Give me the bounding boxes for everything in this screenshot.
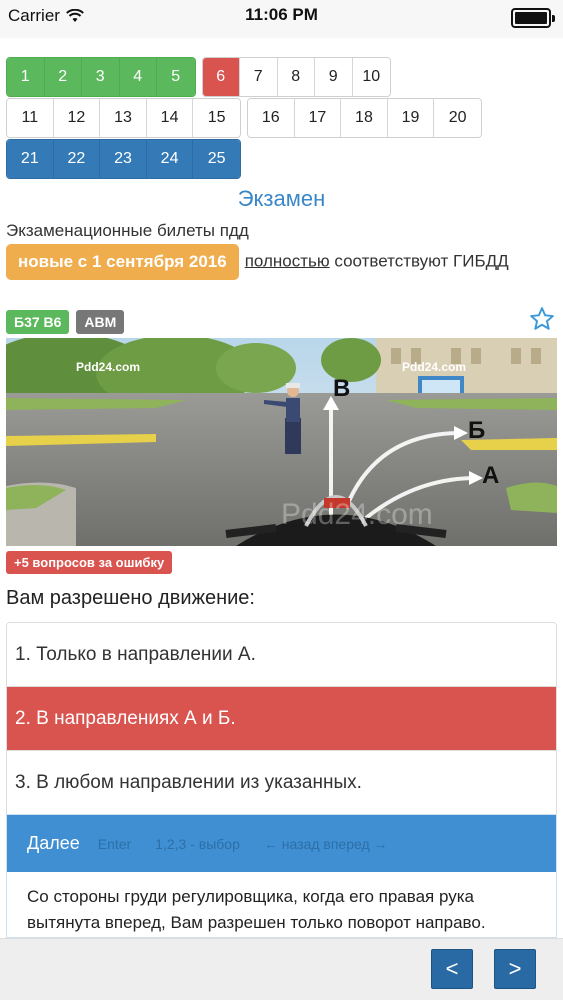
explanation-panel: Далее Enter 1,2,3 - выбор ← назад вперед… (6, 814, 557, 938)
intro-text: Экзаменационные билеты пдд новые с 1 сен… (6, 218, 557, 280)
question-button[interactable]: 23 (100, 140, 147, 178)
question-button[interactable]: 7 (240, 58, 278, 96)
status-bar: Carrier 11:06 PM (0, 0, 563, 38)
watermark-right: Pdd24.com (402, 360, 466, 374)
question-button[interactable]: 11 (7, 99, 54, 137)
arrow-label-a: А (482, 462, 499, 489)
question-button[interactable]: 22 (53, 140, 101, 178)
question-image: В Б А Pdd24.com Pdd24.com Pdd24.com (6, 338, 557, 546)
question-button[interactable]: 21 (7, 140, 54, 178)
question-button[interactable]: 2 (44, 58, 82, 96)
prev-button[interactable]: < (431, 949, 473, 989)
question-button[interactable]: 20 (434, 99, 481, 137)
hint-select: 1,2,3 - выбор (155, 835, 240, 852)
question-button[interactable]: 12 (53, 99, 101, 137)
category-tag: ABM (76, 310, 125, 334)
arrow-label-v: В (333, 375, 350, 402)
question-button[interactable]: 17 (294, 99, 342, 137)
fully-link[interactable]: полностью (245, 251, 330, 270)
question-button[interactable]: 13 (100, 99, 147, 137)
new-tickets-badge: новые с 1 сентября 2016 (6, 244, 239, 280)
panel-header: Далее Enter 1,2,3 - выбор ← назад вперед… (7, 815, 556, 872)
question-button[interactable]: 3 (82, 58, 120, 96)
next-question-button[interactable]: > (494, 949, 536, 989)
grid-row-3: 21 22 23 24 25 (6, 139, 557, 179)
watermark-center: Pdd24.com (281, 498, 433, 531)
question-text: Вам разрешено движение: (6, 587, 255, 609)
question-button-current[interactable]: 6 (202, 58, 240, 96)
hint-nav: ← назад вперед → (263, 835, 388, 852)
grid-group-21-25: 21 22 23 24 25 (6, 139, 241, 179)
question-button[interactable]: 4 (119, 58, 157, 96)
answer-option[interactable]: 1. Только в направлении А. (7, 623, 556, 687)
question-button[interactable]: 1 (7, 58, 45, 96)
question-button[interactable]: 25 (193, 140, 240, 178)
question-button[interactable]: 10 (352, 58, 390, 96)
grid-row-1: 1 2 3 4 5 6 7 8 9 10 (6, 57, 557, 97)
question-button[interactable]: 16 (247, 99, 295, 137)
grid-group-11-15: 11 12 13 14 15 (6, 98, 241, 138)
answer-option[interactable]: 3. В любом направлении из указанных. (7, 751, 556, 815)
question-button[interactable]: 14 (146, 99, 194, 137)
grid-group-1-5: 1 2 3 4 5 (6, 57, 196, 97)
hint-enter: Enter (97, 835, 132, 852)
question-button[interactable]: 15 (193, 99, 240, 137)
grid-group-6-10: 6 7 8 9 10 (201, 57, 391, 97)
ticket-tag: Б37 В6 (6, 310, 70, 334)
favorite-star-icon[interactable] (529, 306, 555, 332)
question-button[interactable]: 18 (341, 99, 388, 137)
question-button[interactable]: 8 (277, 58, 315, 96)
battery-icon (511, 8, 555, 28)
clock: 11:06 PM (245, 5, 318, 24)
bottom-nav-bar: < > (0, 938, 563, 1000)
next-button[interactable]: Далее (27, 833, 80, 854)
answer-list: 1. Только в направлении А. 2. В направле… (6, 622, 557, 816)
intro-text-before: Экзаменационные билеты пдд (6, 221, 249, 240)
ticket-tags: Б37 В6 ABM (6, 310, 125, 334)
intro-text-after: соответствуют ГИБДД (329, 251, 509, 271)
explanation-text: Со стороны груди регулировщика, когда ег… (27, 887, 486, 932)
answer-option-wrong[interactable]: 2. В направлениях А и Б. (7, 687, 556, 751)
question-button[interactable]: 5 (157, 58, 195, 96)
grid-row-2: 11 12 13 14 15 16 17 18 19 20 (6, 98, 557, 138)
question-grid: 1 2 3 4 5 6 7 8 9 10 11 12 13 14 15 16 1… (6, 57, 557, 180)
arrow-label-b: Б (468, 417, 485, 444)
question-button[interactable]: 9 (315, 58, 353, 96)
grid-group-16-20: 16 17 18 19 20 (246, 98, 482, 138)
page-title: Экзамен (237, 186, 326, 211)
question-button[interactable]: 19 (387, 99, 435, 137)
watermark-left: Pdd24.com (76, 360, 140, 374)
penalty-badge: +5 вопросов за ошибку (6, 551, 173, 574)
question-button[interactable]: 24 (146, 140, 194, 178)
